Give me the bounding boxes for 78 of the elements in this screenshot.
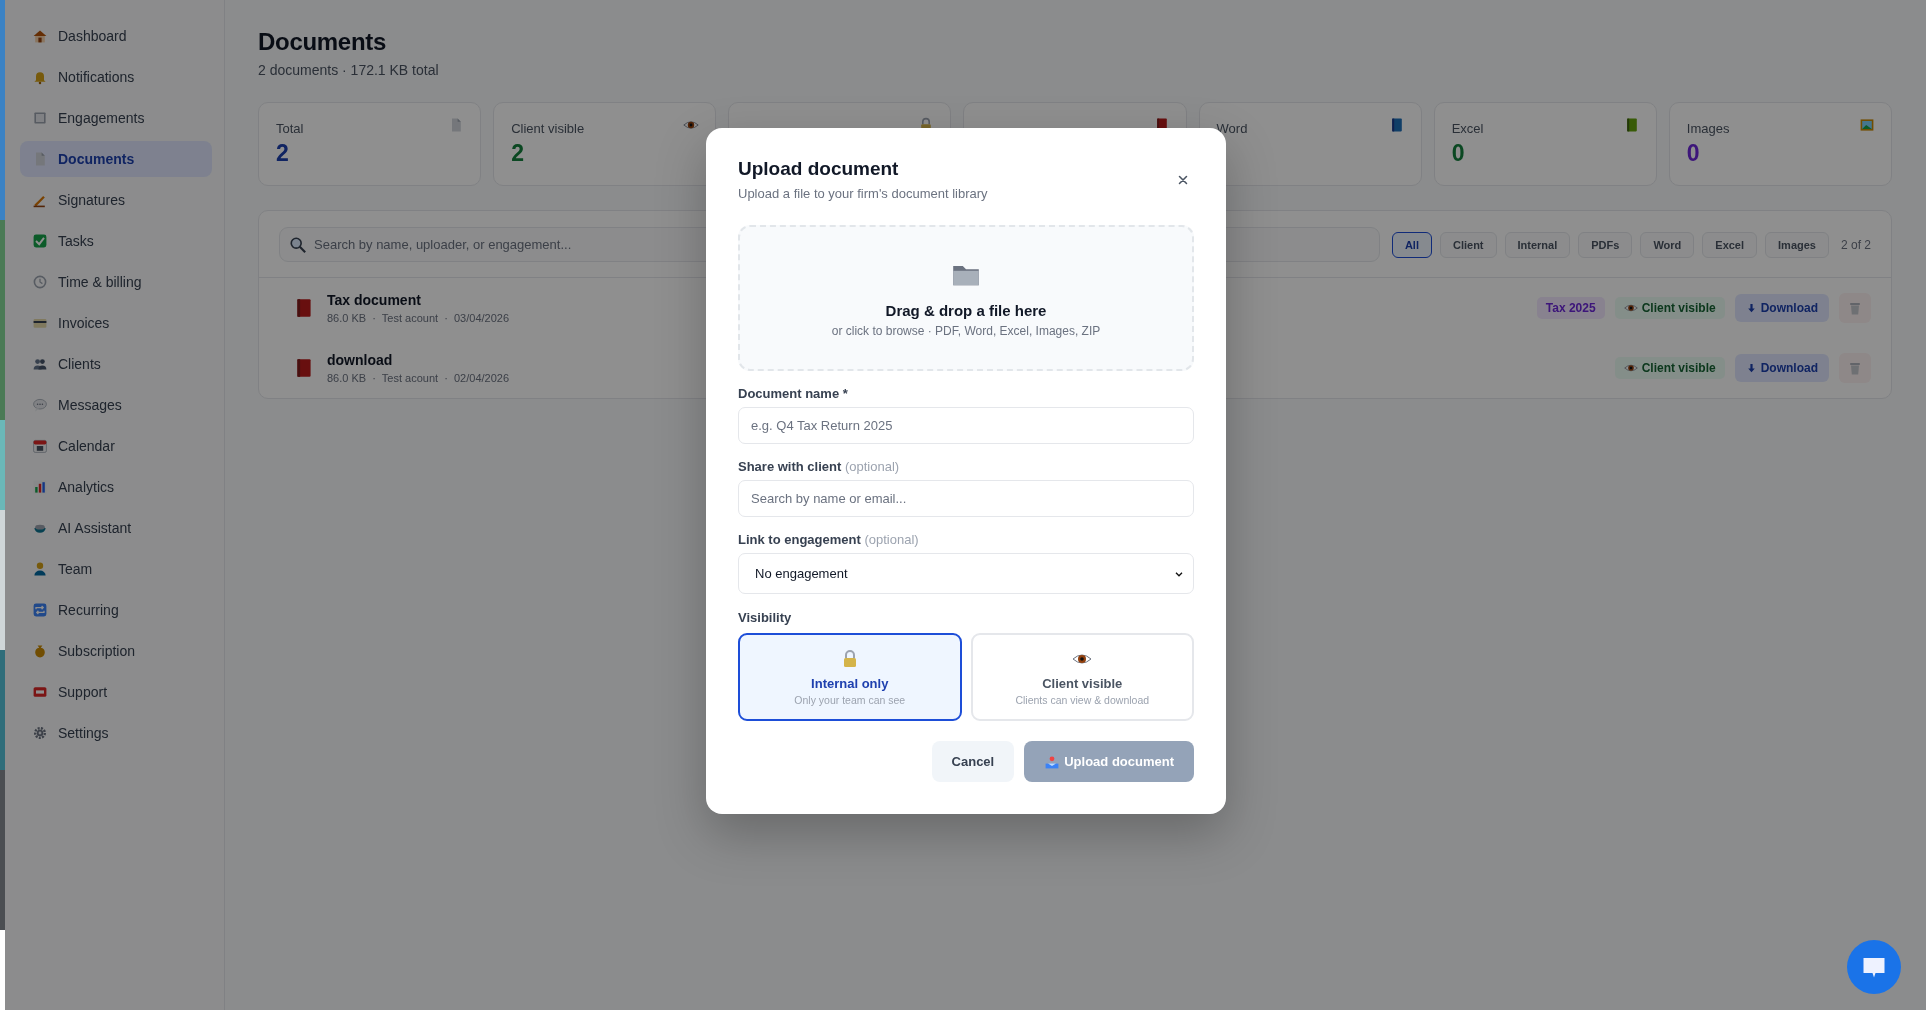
filter-chip[interactable]: Word bbox=[1640, 231, 1695, 258]
sidebar-item[interactable]: Invoices bbox=[20, 305, 212, 341]
stat-label: Images bbox=[1686, 121, 1730, 136]
filter-chip[interactable]: All bbox=[1391, 231, 1432, 258]
visibility-tag: Client visible bbox=[1614, 297, 1725, 319]
sidebar-item[interactable]: AI Assistant bbox=[20, 510, 212, 546]
settings-icon bbox=[32, 725, 48, 741]
sidebar-item[interactable]: Engagements bbox=[20, 100, 212, 136]
field-label: Link to engagement (optional) bbox=[738, 532, 920, 547]
bar-chart-icon bbox=[32, 479, 48, 495]
dropzone-title: Drag & drop a file here bbox=[885, 302, 1047, 319]
money-bag-icon bbox=[32, 643, 48, 659]
download-button[interactable]: Download bbox=[1734, 354, 1829, 382]
engagement-tag: Tax 2025 bbox=[1536, 297, 1605, 319]
sidebar-item[interactable]: Clients bbox=[20, 346, 212, 382]
repeat-icon bbox=[32, 602, 48, 618]
sidebar-item[interactable]: Signatures bbox=[20, 182, 212, 218]
filter-chip[interactable]: Client bbox=[1439, 231, 1497, 258]
modal-title: Upload document bbox=[738, 158, 900, 180]
stat-label: Excel bbox=[1451, 121, 1484, 136]
sidebar-item[interactable]: Recurring bbox=[20, 592, 212, 628]
filter-chip[interactable]: PDFs bbox=[1578, 231, 1633, 258]
filter-chip[interactable]: Internal bbox=[1504, 231, 1571, 258]
file-dropzone[interactable]: Drag & drop a file here or click to browse · PDF, Word, Excel, Images, ZIP bbox=[738, 225, 1194, 371]
search-icon bbox=[289, 236, 307, 254]
framed-picture-icon bbox=[1859, 117, 1875, 133]
calendar-icon bbox=[32, 438, 48, 454]
visibility-tag: Client visible bbox=[1614, 357, 1725, 379]
document-name[interactable]: download bbox=[327, 352, 393, 368]
bell-icon bbox=[32, 69, 48, 85]
sidebar-item[interactable]: Team bbox=[20, 551, 212, 587]
field-label: Document name * bbox=[738, 386, 849, 401]
stat-label: Client visible bbox=[511, 121, 585, 136]
filter-chip[interactable]: Images bbox=[1765, 231, 1829, 258]
text-input[interactable]: e.g. Q4 Tax Return 2025 bbox=[738, 407, 1194, 444]
speech-bubble-icon bbox=[32, 397, 48, 413]
sidebar-item[interactable]: Dashboard bbox=[20, 18, 212, 54]
sidebar-item[interactable]: Documents bbox=[20, 141, 212, 177]
sidebar-item[interactable]: Settings bbox=[20, 715, 212, 751]
stat-label: Word bbox=[1216, 121, 1248, 136]
filter-chip[interactable]: Excel bbox=[1702, 231, 1758, 258]
stat-label: Total bbox=[276, 121, 304, 136]
document-name[interactable]: Tax document bbox=[327, 292, 421, 308]
sidebar-item[interactable]: Analytics bbox=[20, 469, 212, 505]
dropzone-hint: or click to browse · PDF, Word, Excel, Images, ZIP bbox=[831, 324, 1101, 338]
people-icon bbox=[32, 356, 48, 372]
stat-value: 0 bbox=[1686, 140, 1700, 167]
result-count: 2 of 2 bbox=[1840, 237, 1871, 252]
clock-icon bbox=[32, 274, 48, 290]
visibility-option[interactable]: Internal only Only your team can see bbox=[738, 633, 962, 721]
sidebar-item[interactable]: Support bbox=[20, 674, 212, 710]
page-subtitle: 2 documents · 172.1 KB total bbox=[258, 62, 440, 78]
sos-icon bbox=[32, 684, 48, 700]
engagement-select[interactable]: No engagement bbox=[738, 553, 1194, 594]
document-meta: 86.0 KB · Test acount · 03/04/2026 bbox=[327, 312, 510, 324]
stat-value: 2 bbox=[511, 140, 524, 167]
checkbox-icon bbox=[32, 233, 48, 249]
page-title: Documents bbox=[258, 28, 387, 56]
sidebar-item[interactable]: Subscription bbox=[20, 633, 212, 669]
person-icon bbox=[32, 561, 48, 577]
trash-icon bbox=[1847, 360, 1863, 376]
sidebar-item[interactable]: Messages bbox=[20, 387, 212, 423]
document-meta: 86.0 KB · Test acount · 02/04/2026 bbox=[327, 372, 510, 384]
stat-value: 2 bbox=[276, 140, 289, 167]
sidebar-item[interactable]: Time & billing bbox=[20, 264, 212, 300]
text-input[interactable]: Search by name or email... bbox=[738, 480, 1194, 517]
sidebar-item[interactable]: Notifications bbox=[20, 59, 212, 95]
cancel-button[interactable]: Cancel bbox=[931, 741, 1015, 782]
house-icon bbox=[32, 28, 48, 44]
download-button[interactable]: Download bbox=[1734, 294, 1829, 322]
trash-icon bbox=[1847, 300, 1863, 316]
field-label: Visibility bbox=[738, 610, 793, 625]
stat-value: 0 bbox=[1451, 140, 1465, 167]
sidebar-item[interactable]: Calendar bbox=[20, 428, 212, 464]
field-label: Share with client (optional) bbox=[738, 459, 901, 474]
modal-subtitle: Upload a file to your firm's document library bbox=[738, 186, 988, 201]
visibility-option[interactable]: Client visible Clients can view & download bbox=[970, 633, 1194, 721]
sidebar-item[interactable]: Tasks bbox=[20, 223, 212, 259]
